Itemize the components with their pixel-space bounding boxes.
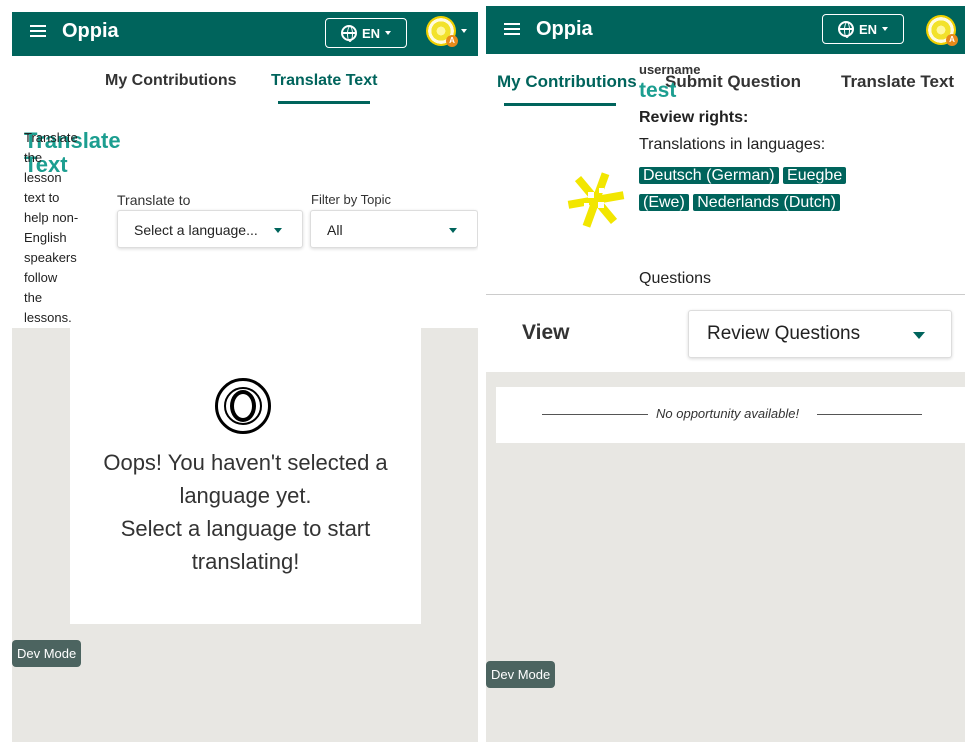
review-language-list: Deutsch (German) Euegbe (Ewe) Nederlands… <box>639 162 864 216</box>
avatar-chevron-icon <box>461 29 467 33</box>
dropdown-arrow-icon <box>449 228 457 233</box>
hamburger-menu-icon[interactable] <box>504 23 520 35</box>
language-chip: (Ewe) <box>639 194 689 211</box>
active-tab-indicator <box>278 101 370 104</box>
username-value: test <box>639 79 677 102</box>
top-nav-bar: Oppia EN A <box>12 12 478 56</box>
divider-line <box>817 414 922 415</box>
language-selector-button[interactable]: EN <box>325 18 407 48</box>
oppia-logo[interactable]: Oppia <box>62 20 119 43</box>
questions-label: Questions <box>639 270 712 287</box>
empty-state-card: Oops! You haven't selected a language ye… <box>70 328 421 624</box>
tab-my-contributions[interactable]: My Contributions <box>105 72 237 90</box>
content-header: My Contributions Translate Text Translat… <box>12 56 478 328</box>
content-header: My Contributions Submit Question Transla… <box>486 54 965 294</box>
filter-topic-select[interactable]: All <box>310 210 478 248</box>
dropdown-arrow-icon <box>274 228 282 233</box>
empty-state-icon <box>215 378 271 434</box>
right-screen: Oppia EN A My Contributions Submit Quest… <box>486 6 965 742</box>
language-label: EN <box>361 25 381 41</box>
language-selector-button[interactable]: EN <box>822 14 904 44</box>
tab-translate-text[interactable]: Translate Text <box>271 72 377 90</box>
translate-to-label: Translate to <box>117 192 191 208</box>
active-tab-indicator <box>504 103 616 106</box>
translate-to-value: Select a language... <box>134 222 258 238</box>
avatar-badge: A <box>446 35 458 47</box>
review-rights-label: Review rights: <box>639 109 749 126</box>
empty-state-message: Oops! You haven't selected a language ye… <box>103 450 388 574</box>
user-profile-picture <box>566 170 626 230</box>
oppia-logo[interactable]: Oppia <box>536 18 593 41</box>
dropdown-arrow-icon <box>913 332 925 339</box>
avatar-badge: A <box>946 34 958 46</box>
chevron-down-icon <box>385 31 392 35</box>
tab-translate-text[interactable]: Translate Text <box>841 72 954 92</box>
filter-topic-value: All <box>327 222 343 238</box>
top-nav-bar: Oppia EN A <box>486 6 965 54</box>
dev-mode-badge[interactable]: Dev Mode <box>486 661 556 688</box>
view-bar: View Review Questions <box>486 294 965 372</box>
view-select[interactable]: Review Questions <box>688 310 952 358</box>
language-chip: Deutsch (German) <box>639 167 779 184</box>
empty-opportunity-message: No opportunity available! <box>656 406 800 421</box>
view-label: View <box>522 321 570 344</box>
dev-mode-badge[interactable]: Dev Mode <box>12 640 82 667</box>
divider-line <box>542 414 648 415</box>
filter-topic-label: Filter by Topic <box>311 192 391 207</box>
chevron-down-icon <box>882 27 889 31</box>
opportunity-list: No opportunity available! <box>496 387 965 443</box>
globe-icon <box>837 21 854 38</box>
language-chip: Nederlands (Dutch) <box>693 194 840 211</box>
globe-icon <box>340 25 357 42</box>
hamburger-menu-icon[interactable] <box>30 25 46 37</box>
translate-to-select[interactable]: Select a language... <box>117 210 303 248</box>
view-select-value: Review Questions <box>707 323 861 344</box>
intro-description: Translate the lesson text to help non- E… <box>24 130 79 325</box>
username-label: username <box>639 62 701 77</box>
left-screen: Oppia EN A My Contributions Translate Te… <box>12 12 478 742</box>
translations-label: Translations in languages: <box>639 136 826 153</box>
language-label: EN <box>858 21 878 37</box>
tab-my-contributions[interactable]: My Contributions <box>497 72 637 92</box>
language-chip: Euegbe <box>783 167 847 184</box>
